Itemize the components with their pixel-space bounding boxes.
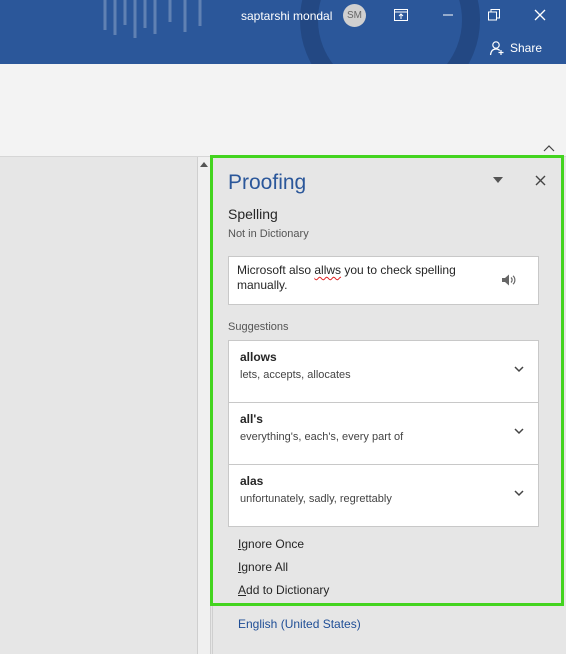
ignore-once-button[interactable]: Ignore Once: [238, 537, 304, 551]
restore-icon[interactable]: [484, 5, 504, 25]
ignore-all-label: gnore All: [241, 560, 289, 574]
suggestion-synonyms: lets, accepts, allocates: [240, 369, 351, 381]
pane-options-icon[interactable]: [491, 173, 505, 187]
suggestions-label: Suggestions: [228, 321, 289, 333]
avatar[interactable]: SM: [343, 4, 366, 27]
share-person-icon: [489, 41, 504, 56]
chevron-down-icon[interactable]: [514, 489, 524, 497]
suggestion-synonyms: everything's, each's, every part of: [240, 431, 404, 443]
add-to-dictionary-access-key: A: [238, 583, 247, 597]
pane-close-icon[interactable]: [531, 171, 549, 189]
context-sentence-box: Microsoft also allws you to check spelli…: [228, 256, 539, 305]
add-to-dictionary-label: dd to Dictionary: [246, 583, 330, 597]
user-name[interactable]: saptarshi mondal: [241, 9, 332, 23]
proofing-pane: Proofing Spelling Not in Dictionary Micr…: [212, 157, 566, 654]
document-scrollbar[interactable]: [197, 157, 211, 654]
suggestion-synonyms: unfortunately, sadly, regrettably: [240, 493, 392, 505]
add-to-dictionary-button[interactable]: Add to Dictionary: [238, 583, 329, 597]
chevron-down-icon[interactable]: [514, 365, 524, 373]
sentence-before: Microsoft also: [237, 263, 315, 277]
context-sentence: Microsoft also allws you to check spelli…: [237, 263, 487, 293]
title-bar: saptarshi mondal SM Share: [0, 0, 566, 64]
collapse-ribbon-icon[interactable]: [543, 144, 555, 154]
suggestion-word: alas: [240, 474, 264, 488]
ribbon-display-options-icon[interactable]: [391, 5, 411, 25]
chevron-down-icon[interactable]: [514, 427, 524, 435]
ignore-all-button[interactable]: Ignore All: [238, 560, 288, 574]
ignore-once-label: gnore Once: [241, 537, 305, 551]
speaker-icon[interactable]: [501, 273, 517, 287]
language-link[interactable]: English (United States): [238, 617, 361, 631]
suggestion-item[interactable]: all's everything's, each's, every part o…: [229, 403, 538, 465]
misspelled-word: allws: [314, 263, 342, 277]
share-button[interactable]: Share: [489, 40, 542, 56]
not-in-dictionary-label: Not in Dictionary: [228, 228, 309, 240]
ribbon: [0, 64, 566, 157]
share-label: Share: [510, 41, 543, 55]
suggestion-word: all's: [240, 412, 263, 426]
suggestion-item[interactable]: allows lets, accepts, allocates: [229, 341, 538, 403]
suggestion-item[interactable]: alas unfortunately, sadly, regrettably: [229, 465, 538, 526]
pane-title: Proofing: [228, 171, 307, 194]
spelling-heading: Spelling: [228, 206, 278, 222]
title-bar-decoration: [103, 0, 202, 38]
suggestion-word: allows: [240, 350, 277, 364]
suggestions-list: allows lets, accepts, allocates all's ev…: [228, 340, 539, 527]
scroll-up-arrow-icon[interactable]: [198, 157, 210, 171]
close-window-icon[interactable]: [530, 5, 550, 25]
minimize-icon[interactable]: [438, 5, 458, 25]
